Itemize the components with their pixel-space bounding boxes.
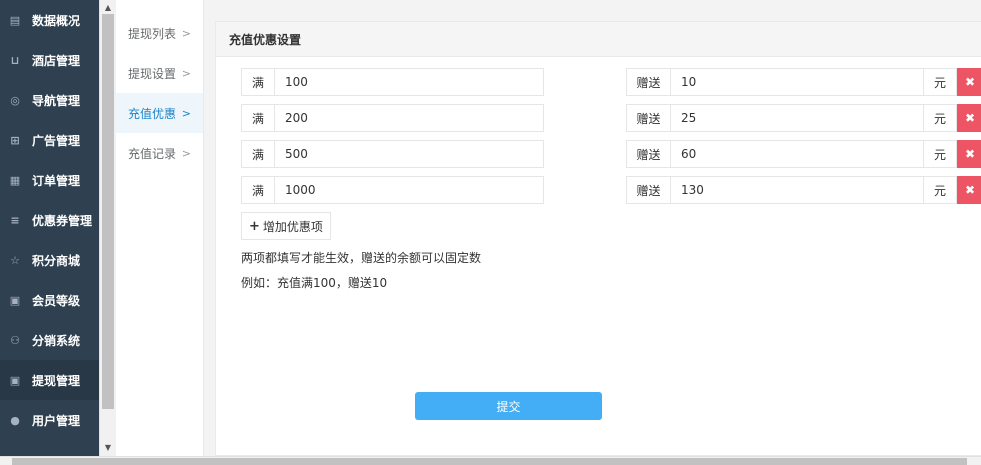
delete-row-button[interactable]: ✖ [957, 140, 981, 168]
list-icon: ≡ [10, 213, 20, 227]
sidebar-item-label: 广告管理 [32, 133, 81, 148]
full-amount-group: 满 500 [241, 140, 544, 168]
gift-label: 赠送 [626, 140, 671, 168]
compass-icon: ◎ [10, 93, 20, 107]
sidebar-item-label: 用户管理 [32, 413, 81, 428]
sidebar-item-label: 酒店管理 [32, 53, 81, 68]
gift-icon: ⊞ [10, 133, 20, 147]
full-amount-input[interactable]: 1000 [275, 176, 544, 204]
sidebar-item-8[interactable]: ⚇ 分销系统 [0, 320, 99, 360]
sidebar-item-label: 分销系统 [32, 333, 81, 348]
gift-amount-input[interactable]: 10 [671, 68, 924, 96]
submenu-item-3[interactable]: 充值记录 > [116, 133, 203, 173]
newspaper-icon: ▤ [9, 13, 21, 27]
submenu-item-label: 充值记录 [128, 146, 177, 161]
close-icon: ✖ [964, 75, 976, 89]
sidebar-item-9[interactable]: ▣ 提现管理 [0, 360, 99, 400]
sidebar-scrollbar[interactable]: ▲ ▼ [99, 0, 116, 456]
sidebar-item-label: 订单管理 [32, 173, 81, 188]
gift-amount-input[interactable]: 25 [671, 104, 924, 132]
gift-label: 赠送 [626, 176, 671, 204]
submenu-item-0[interactable]: 提现列表 > [116, 13, 203, 53]
gift-amount-group: 赠送 60 元 ✖ [626, 140, 981, 168]
sidebar-item-4[interactable]: ▦ 订单管理 [0, 160, 99, 200]
full-amount-group: 满 100 [241, 68, 544, 96]
gift-amount-input[interactable]: 60 [671, 140, 924, 168]
full-amount-group: 满 200 [241, 104, 544, 132]
submenu-item-2[interactable]: 充值优惠 > [116, 93, 203, 133]
sidebar-item-label: 数据概况 [32, 13, 81, 28]
close-icon: ✖ [964, 183, 976, 197]
scroll-down-arrow-icon[interactable]: ▼ [100, 440, 116, 454]
user-icon: ● [10, 413, 20, 427]
hint-text: 两项都填写才能生效，赠送的余额可以固定数 [241, 251, 482, 265]
unit-label: 元 [924, 176, 957, 204]
submenu-item-1[interactable]: 提现设置 > [116, 53, 203, 93]
sidebar-item-1[interactable]: ⊔ 酒店管理 [0, 40, 99, 80]
full-amount-input[interactable]: 100 [275, 68, 544, 96]
delete-row-button[interactable]: ✖ [957, 68, 981, 96]
submenu: 提现列表 > 提现设置 > 充值优惠 > 充值记录 > [116, 0, 204, 456]
delete-row-button[interactable]: ✖ [957, 104, 981, 132]
chevron-right-icon: > [181, 106, 191, 120]
sidebar-item-label: 优惠券管理 [32, 213, 93, 228]
add-discount-button[interactable]: + 增加优惠项 [241, 212, 331, 240]
gift-amount-group: 赠送 10 元 ✖ [626, 68, 981, 96]
submenu-item-label: 提现设置 [128, 66, 177, 81]
chevron-right-icon: > [181, 26, 191, 40]
money-icon: ▣ [9, 293, 21, 307]
chevron-right-icon: > [181, 146, 191, 160]
full-amount-input[interactable]: 200 [275, 104, 544, 132]
sidebar-item-label: 导航管理 [32, 93, 81, 108]
full-label: 满 [241, 104, 275, 132]
submenu-item-label: 充值优惠 [128, 106, 177, 121]
full-label: 满 [241, 176, 275, 204]
gift-label: 赠送 [626, 68, 671, 96]
close-icon: ✖ [964, 111, 976, 125]
gift-amount-group: 赠送 130 元 ✖ [626, 176, 981, 204]
panel-title: 充值优惠设置 [216, 22, 981, 57]
plus-icon: + [249, 218, 260, 234]
full-amount-input[interactable]: 500 [275, 140, 544, 168]
scrollbar-thumb[interactable] [102, 14, 114, 409]
sidebar-item-7[interactable]: ▣ 会员等级 [0, 280, 99, 320]
sidebar-item-2[interactable]: ◎ 导航管理 [0, 80, 99, 120]
cart-icon: ⊔ [10, 53, 20, 67]
gift-label: 赠送 [626, 104, 671, 132]
close-icon: ✖ [964, 147, 976, 161]
gift-amount-input[interactable]: 130 [671, 176, 924, 204]
chevron-right-icon: > [181, 66, 191, 80]
example-text: 例如：充值满100，赠送10 [241, 276, 388, 290]
star-icon: ☆ [10, 253, 20, 267]
delete-row-button[interactable]: ✖ [957, 176, 981, 204]
unit-label: 元 [924, 140, 957, 168]
unit-label: 元 [924, 68, 957, 96]
server-icon: ▦ [9, 173, 21, 187]
scroll-up-arrow-icon[interactable]: ▲ [100, 0, 116, 14]
main-sidebar: ▤ 数据概况 ⊔ 酒店管理 ◎ 导航管理 ⊞ 广告管理 ▦ 订单管理 ≡ 优惠券管理 ☆ 积分商城 ▣ 会员等… [0, 0, 99, 456]
unit-label: 元 [924, 104, 957, 132]
sidebar-item-label: 积分商城 [32, 253, 81, 268]
full-label: 满 [241, 140, 275, 168]
sidebar-item-label: 会员等级 [32, 293, 81, 308]
recharge-settings-panel: 充值优惠设置 满 100 赠送 10 元 ✖ 满 200 赠送 25 元 ✖ 满 500 赠送 60 元 ✖ 满 10… [215, 21, 981, 456]
users-icon: ⚇ [10, 333, 20, 347]
sidebar-item-6[interactable]: ☆ 积分商城 [0, 240, 99, 280]
submit-button[interactable]: 提交 [415, 392, 602, 420]
full-label: 满 [241, 68, 275, 96]
submenu-item-label: 提现列表 [128, 26, 177, 41]
horizontal-scrollbar-thumb[interactable] [12, 458, 967, 465]
money-icon: ▣ [9, 373, 21, 387]
add-discount-label: 增加优惠项 [262, 219, 323, 234]
sidebar-item-3[interactable]: ⊞ 广告管理 [0, 120, 99, 160]
sidebar-item-5[interactable]: ≡ 优惠券管理 [0, 200, 99, 240]
sidebar-item-10[interactable]: ● 用户管理 [0, 400, 99, 440]
sidebar-item-0[interactable]: ▤ 数据概况 [0, 0, 99, 40]
sidebar-item-label: 提现管理 [32, 373, 81, 388]
full-amount-group: 满 1000 [241, 176, 544, 204]
gift-amount-group: 赠送 25 元 ✖ [626, 104, 981, 132]
horizontal-scrollbar[interactable] [0, 456, 981, 465]
